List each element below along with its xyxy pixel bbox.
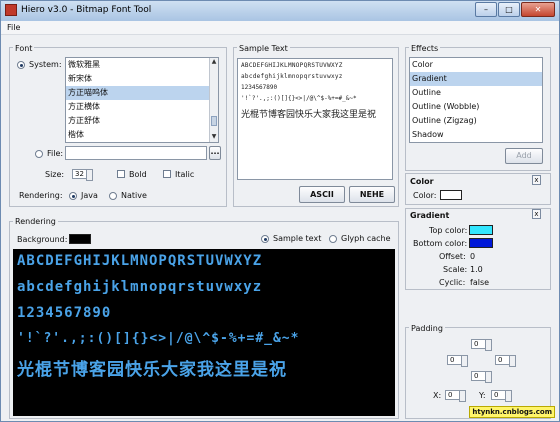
- cyclic-label: Cyclic:: [439, 278, 466, 287]
- preview-line-upper: ABCDEFGHIJKLMNOPQRSTUVWXYZ: [17, 253, 263, 269]
- font-list-item[interactable]: 微软雅黑: [66, 58, 218, 72]
- native-radio[interactable]: [109, 192, 117, 200]
- sample-text-area[interactable]: ABCDEFGHIJKLMNOPQRSTUVWXYZ abcdefghijklm…: [237, 58, 393, 180]
- padding-bottom-spinner[interactable]: 0: [471, 371, 492, 383]
- cyclic-value[interactable]: false: [470, 278, 489, 287]
- offset-value[interactable]: 0: [470, 252, 475, 261]
- remove-gradient-effect-button[interactable]: x: [532, 209, 541, 219]
- size-spinner[interactable]: 32: [72, 169, 93, 181]
- font-preview-canvas: ABCDEFGHIJKLMNOPQRSTUVWXYZ abcdefghijklm…: [13, 249, 395, 416]
- bold-checkbox[interactable]: [117, 170, 125, 178]
- effect-item-outline-zigzag[interactable]: Outline (Zigzag): [410, 114, 542, 128]
- font-list-item[interactable]: 方正舒体: [66, 114, 218, 128]
- file-label: File:: [47, 149, 64, 158]
- font-list-item[interactable]: 新宋体: [66, 72, 218, 86]
- menu-file[interactable]: File: [7, 23, 20, 32]
- java-label: Java: [81, 191, 98, 200]
- gradient-effect-header: Gradient: [410, 211, 450, 220]
- italic-label: Italic: [175, 170, 195, 179]
- minimize-button[interactable]: –: [475, 2, 497, 17]
- padding-top-spinner[interactable]: 0: [471, 339, 492, 351]
- close-button[interactable]: ✕: [521, 2, 555, 17]
- bottom-color-label: Bottom color:: [413, 239, 468, 248]
- window-title: Hiero v3.0 - Bitmap Font Tool: [21, 5, 152, 15]
- font-list-item-selected[interactable]: 方正喵呜体: [66, 86, 218, 100]
- size-label: Size:: [45, 170, 65, 179]
- font-list-item[interactable]: 楷体: [66, 128, 218, 142]
- padding-x-spinner[interactable]: 0: [445, 390, 466, 402]
- effect-item-outline-wobble[interactable]: Outline (Wobble): [410, 100, 542, 114]
- system-label: System:: [29, 60, 62, 69]
- scroll-up-icon[interactable]: ▲: [210, 58, 218, 66]
- font-list-item[interactable]: 方正横体: [66, 100, 218, 114]
- sample-text-radio[interactable]: [261, 235, 269, 243]
- effect-item-outline[interactable]: Outline: [410, 86, 542, 100]
- system-radio[interactable]: [17, 61, 25, 69]
- java-radio[interactable]: [69, 192, 77, 200]
- scale-label: Scale:: [443, 265, 468, 274]
- offset-label: Offset:: [439, 252, 466, 261]
- rendering-header: Rendering: [13, 217, 58, 226]
- scale-value[interactable]: 1.0: [470, 265, 483, 274]
- rendering-mode-label: Rendering:: [19, 191, 63, 200]
- app-window: Hiero v3.0 - Bitmap Font Tool – □ ✕ File…: [0, 0, 560, 422]
- title-bar: Hiero v3.0 - Bitmap Font Tool – □ ✕: [1, 1, 559, 21]
- effect-item-color[interactable]: Color: [410, 58, 542, 72]
- nehe-button[interactable]: NEHE: [349, 186, 395, 203]
- watermark-label: htynkn.cnblogs.com: [469, 406, 555, 418]
- effect-item-shadow[interactable]: Shadow: [410, 128, 542, 142]
- color-swatch[interactable]: [440, 190, 462, 200]
- glyph-cache-radio[interactable]: [329, 235, 337, 243]
- preview-line-digits: 1234567890: [17, 305, 112, 321]
- app-icon: [5, 4, 17, 16]
- maximize-button[interactable]: □: [498, 2, 520, 17]
- color-label: Color:: [413, 191, 437, 200]
- bottom-color-swatch[interactable]: [469, 238, 493, 248]
- sample-line-digits: 1234567890: [241, 84, 278, 91]
- background-label: Background:: [17, 235, 68, 244]
- native-label: Native: [121, 191, 147, 200]
- effects-header: Effects: [409, 44, 441, 53]
- sample-text-radio-label: Sample text: [273, 234, 322, 243]
- sample-line-symbols: '!`?'.,;:()[]{}<>|/@\^$-%+=#_&~*: [241, 95, 357, 102]
- remove-color-effect-button[interactable]: x: [532, 175, 541, 185]
- window-controls: – □ ✕: [475, 2, 555, 17]
- padding-x-label: X:: [433, 391, 442, 400]
- bold-label: Bold: [129, 170, 147, 179]
- padding-right-spinner[interactable]: 0: [495, 355, 516, 367]
- background-color-swatch[interactable]: [69, 234, 91, 244]
- effect-item-gradient[interactable]: Gradient: [410, 72, 542, 86]
- preview-line-lower: abcdefghijklmnopqrstuvwxyz: [17, 279, 263, 295]
- sample-line-upper: ABCDEFGHIJKLMNOPQRSTUVWXYZ: [241, 62, 343, 69]
- padding-y-label: Y:: [479, 391, 486, 400]
- padding-header: Padding: [409, 324, 445, 333]
- padding-left-spinner[interactable]: 0: [447, 355, 468, 367]
- menu-bar: File: [1, 21, 559, 35]
- sample-line-chinese: 光棍节博客园快乐大家我这里是祝: [241, 110, 377, 120]
- scroll-down-icon[interactable]: ▼: [210, 133, 218, 141]
- preview-line-symbols: '!`?'.,;:()[]{}<>|/@\^$-%+=#_&~*: [17, 331, 300, 346]
- font-list-scrollbar[interactable]: ▲ ▼: [209, 58, 218, 142]
- ascii-button[interactable]: ASCII: [299, 186, 345, 203]
- file-path-input[interactable]: [65, 146, 207, 160]
- sample-line-lower: abcdefghijklmnopqrstuvwxyz: [241, 73, 343, 80]
- file-radio[interactable]: [35, 150, 43, 158]
- browse-button[interactable]: ...: [209, 146, 221, 160]
- scroll-thumb[interactable]: [211, 116, 217, 126]
- sample-text-header: Sample Text: [237, 44, 290, 53]
- add-effect-button[interactable]: Add: [505, 148, 543, 164]
- top-color-label: Top color:: [429, 226, 468, 235]
- system-font-list[interactable]: 微软雅黑 新宋体 方正喵呜体 方正横体 方正舒体 楷体 ▲ ▼: [65, 57, 219, 143]
- glyph-cache-radio-label: Glyph cache: [341, 234, 391, 243]
- italic-checkbox[interactable]: [163, 170, 171, 178]
- effects-list[interactable]: Color Gradient Outline Outline (Wobble) …: [409, 57, 543, 143]
- font-header: Font: [13, 44, 35, 53]
- color-effect-header: Color: [410, 177, 434, 186]
- padding-y-spinner[interactable]: 0: [491, 390, 512, 402]
- top-color-swatch[interactable]: [469, 225, 493, 235]
- preview-line-chinese: 光棍节博客园快乐大家我这里是祝: [17, 360, 287, 380]
